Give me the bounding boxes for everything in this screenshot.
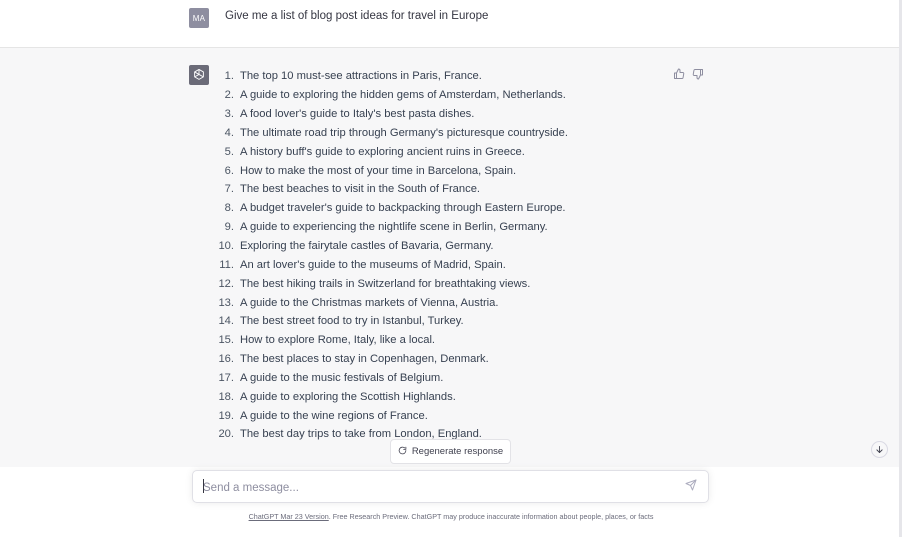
list-item-number: 7. [224,183,234,196]
list-item: 6. How to make the most of your time in B… [210,161,568,180]
user-avatar: MA [189,8,209,28]
list-item-text: A guide to the Christmas markets of Vien… [240,296,499,309]
footer-text: . Free Research Preview. ChatGPT may pro… [328,512,654,521]
footer-disclaimer: ChatGPT Mar 23 Version. Free Research Pr… [0,512,902,521]
list-item-number: 15. [218,334,234,347]
list-item-text: The ultimate road trip through Germany's… [240,126,568,139]
paper-plane-icon [685,478,697,496]
thumbs-down-icon[interactable] [691,67,705,81]
openai-logo-icon [189,65,209,85]
list-item-text: A guide to exploring the Scottish Highla… [240,390,456,403]
list-item: 14. The best street food to try in Istanb… [210,312,568,331]
list-item-number: 9. [224,221,234,234]
list-item-text: A budget traveler's guide to backpacking… [240,202,566,215]
list-item: 13. A guide to the Christmas markets of V… [210,293,568,312]
list-item-number: 8. [224,202,234,215]
list-item-number: 18. [218,390,234,403]
list-item-number: 4. [224,126,234,139]
list-item-text: How to explore Rome, Italy, like a local… [240,334,436,347]
message-input[interactable] [203,479,673,496]
list-item: 18. A guide to exploring the Scottish Hig… [210,387,568,406]
text-cursor [203,479,204,493]
list-item-number: 2. [224,89,234,102]
list-item: 3. A food lover's guide to Italy's best p… [210,105,568,124]
regenerate-response-button[interactable]: Regenerate response [390,439,511,464]
list-item-number: 3. [224,108,234,121]
list-item: 8. A budget traveler's guide to backpacki… [210,199,568,218]
list-item-number: 5. [224,145,234,158]
user-message-text: Give me a list of blog post ideas for tr… [225,10,489,22]
list-item: 12. The best hiking trails in Switzerland… [210,274,568,293]
list-item-number: 16. [218,353,234,366]
regenerate-response-label: Regenerate response [411,446,504,457]
list-item-text: A guide to the music festivals of Belgiu… [240,371,444,384]
list-item-text: The best street food to try in Istanbul,… [240,315,464,328]
list-item-text: An art lover's guide to the museums of M… [240,258,506,271]
list-item-text: A guide to exploring the hidden gems of … [240,89,566,102]
list-item-text: The top 10 must-see attractions in Paris… [240,70,482,83]
list-item: 16. The best places to stay in Copenhagen… [210,350,568,369]
refresh-icon [398,446,407,458]
message-composer [192,470,709,503]
list-item: 4. The ultimate road trip through Germany… [210,124,568,143]
send-button[interactable] [684,478,698,496]
list-item: 5. A history buff's guide to exploring an… [210,142,568,161]
list-item: 1. The top 10 must-see attractions in Par… [210,67,568,86]
version-link[interactable]: ChatGPT Mar 23 Version [249,512,329,521]
list-item-text: A guide to the wine regions of France. [240,409,428,422]
list-item-text: A guide to experiencing the nightlife sc… [240,221,548,234]
list-item: 17. A guide to the music festivals of Bel… [210,369,568,388]
list-item: 19. A guide to the wine regions of France… [210,406,568,425]
list-item: 20. The best day trips to take from Londo… [210,425,568,444]
list-item-text: The best beaches to visit in the South o… [240,183,481,196]
list-item-number: 6. [224,164,234,177]
reply-list: 1. The top 10 must-see attractions in Par… [210,67,568,444]
list-item-number: 13. [218,296,234,309]
scroll-down-button[interactable] [871,441,888,458]
thumbs-up-icon[interactable] [672,67,686,81]
list-item-text: A food lover's guide to Italy's best pas… [240,108,475,121]
list-item: 15. How to explore Rome, Italy, like a lo… [210,331,568,350]
list-item: 10. Exploring the fairytale castles of Ba… [210,237,568,256]
list-item-number: 14. [218,315,234,328]
list-item-text: Exploring the fairytale castles of Bavar… [240,240,494,253]
list-item-number: 1. [224,70,234,83]
assistant-message-row: 1. The top 10 must-see attractions in Par… [0,48,902,467]
list-item-number: 12. [218,277,234,290]
user-message-row: MA Give me a list of blog post ideas for… [0,0,902,48]
list-item: 11. An art lover's guide to the museums o… [210,255,568,274]
list-item: 9. A guide to experiencing the nightlife … [210,218,568,237]
list-item: 7. The best beaches to visit in the South… [210,180,568,199]
arrow-down-icon [875,441,884,459]
list-item-text: The best places to stay in Copenhagen, D… [240,353,489,366]
list-item-text: The best hiking trails in Switzerland fo… [240,277,531,290]
list-item-text: A history buff's guide to exploring anci… [240,145,525,158]
list-item-text: How to make the most of your time in Bar… [240,164,517,177]
list-item-number: 19. [218,409,234,422]
list-item-number: 20. [218,428,234,441]
list-item-number: 17. [218,371,234,384]
list-item-number: 10. [218,240,234,253]
list-item-number: 11. [219,258,234,271]
list-item: 2. A guide to exploring the hidden gems o… [210,86,568,105]
